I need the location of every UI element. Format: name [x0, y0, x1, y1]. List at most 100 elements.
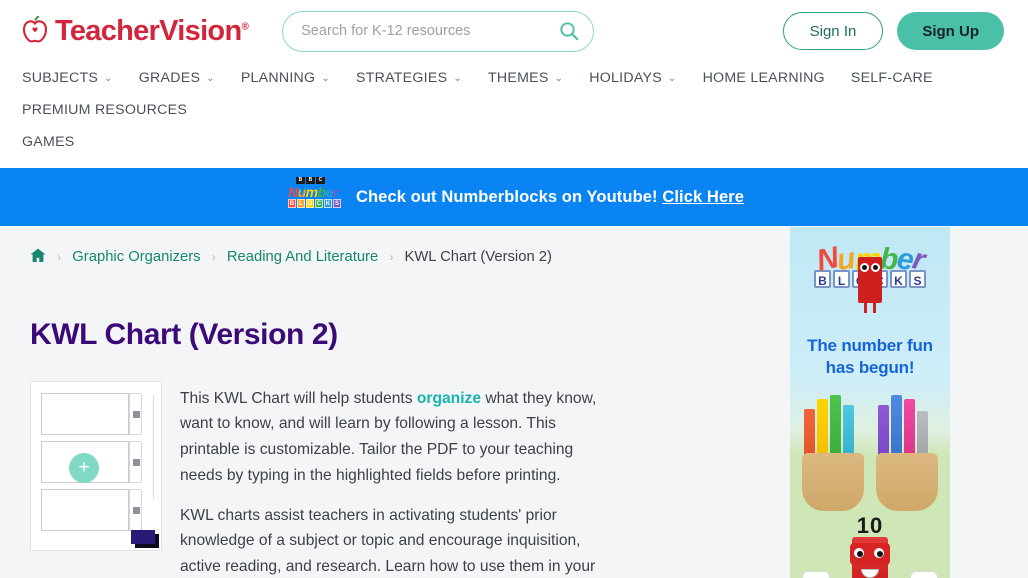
block-letter: B — [287, 199, 296, 208]
nav-label: GAMES — [22, 134, 75, 150]
description-paragraph-1: This KWL Chart will help students organi… — [180, 386, 612, 489]
right-rail: Number B L O C K S The number fun — [768, 226, 1028, 578]
character-eye — [872, 546, 886, 560]
tab-marker-icon — [133, 410, 140, 418]
nav-label: SUBJECTS — [22, 70, 99, 86]
nav-item-premium-resources[interactable]: PREMIUM RESOURCES — [22, 94, 187, 126]
nav-item-grades[interactable]: GRADES ⌄ — [139, 62, 215, 94]
page-title: KWL Chart (Version 2) — [30, 318, 338, 351]
ad-hands-illustration: 10 — [790, 395, 950, 578]
nav-item-themes[interactable]: THEMES ⌄ — [488, 62, 563, 94]
numberblocks-wordmark: Number — [287, 184, 338, 200]
ad-tagline: The number fun has begun! — [790, 335, 950, 379]
character-eye — [852, 546, 866, 560]
search-icon[interactable] — [559, 21, 579, 41]
resource-thumbnail-column: + Download — [30, 380, 162, 578]
preview-side-rule — [153, 394, 154, 499]
numberblock-character — [802, 537, 938, 578]
breadcrumb: › Graphic Organizers › Reading And Liter… — [30, 248, 552, 265]
tab-marker-icon — [133, 458, 140, 466]
home-icon[interactable] — [30, 248, 50, 265]
numberblocks-logo-icon: B B C Number B L O C K S — [284, 177, 342, 217]
ad-tagline-line2: has begun! — [825, 358, 915, 377]
character-leg — [864, 301, 867, 313]
header-actions: Sign In Sign Up — [782, 12, 1004, 50]
promo-text: Check out Numberblocks on Youtube! Click… — [356, 188, 744, 207]
ad-number-label: 10 — [856, 513, 884, 538]
nav-label: GRADES — [138, 70, 201, 86]
chevron-down-icon: ⌄ — [453, 73, 462, 84]
search-input[interactable] — [301, 23, 560, 39]
kwl-chart-preview[interactable]: + — [30, 380, 162, 551]
site-header: TeacherVision® Sign In Sign Up — [0, 0, 1028, 62]
nav-label: THEMES — [487, 70, 549, 86]
promo-banner[interactable]: B B C Number B L O C K S Check out Numbe… — [0, 168, 1028, 226]
nav-item-holidays[interactable]: HOLIDAYS ⌄ — [589, 62, 676, 94]
character-glove — [802, 571, 830, 578]
page-body: › Graphic Organizers › Reading And Liter… — [0, 226, 1028, 578]
nav-label: HOME LEARNING — [702, 70, 825, 86]
kwl-tab — [129, 440, 142, 483]
wooden-palm-right — [876, 453, 938, 511]
preview-sheet: + — [41, 391, 154, 543]
logo-wordmark: TeacherVision® — [55, 14, 249, 47]
nav-item-self-care[interactable]: SELF-CARE — [851, 62, 933, 94]
kwl-tab — [129, 392, 142, 435]
chevron-down-icon: ⌄ — [104, 73, 113, 84]
sign-up-button[interactable]: Sign Up — [897, 12, 1004, 50]
character-eye — [871, 263, 880, 272]
site-logo[interactable]: TeacherVision® — [22, 14, 249, 47]
search-box[interactable] — [282, 10, 595, 52]
breadcrumb-item-graphic-organizers[interactable]: Graphic Organizers — [72, 249, 200, 265]
nav-item-games[interactable]: GAMES — [22, 126, 1006, 158]
kwl-box-know — [41, 392, 129, 435]
sign-in-button[interactable]: Sign In — [782, 12, 884, 50]
character-glove — [910, 571, 938, 578]
chevron-down-icon: ⌄ — [667, 73, 677, 84]
main-content: › Graphic Organizers › Reading And Liter… — [0, 226, 768, 578]
nav-label: PLANNING — [240, 70, 316, 86]
nav-label: PREMIUM RESOURCES — [22, 102, 188, 118]
numberblocks-ad[interactable]: Number B L O C K S The number fun — [790, 227, 950, 578]
kwl-box-learned — [41, 488, 129, 531]
character-leg — [873, 301, 876, 313]
bbc-logo-icon: B B C — [295, 177, 325, 184]
breadcrumb-separator: › — [389, 250, 394, 264]
apple-heart-icon — [22, 15, 48, 46]
block-letter: O — [305, 199, 314, 208]
block-letter: L — [296, 199, 305, 208]
ad-logo-character-icon — [858, 257, 882, 313]
ad-tagline-line1: The number fun — [807, 336, 933, 355]
block-letter: C — [314, 199, 323, 208]
breadcrumb-separator: › — [211, 250, 216, 264]
breadcrumb-item-current: KWL Chart (Version 2) — [404, 249, 552, 265]
tab-marker-icon — [133, 506, 140, 514]
promo-click-here-link[interactable]: Click Here — [662, 188, 744, 206]
nav-label: STRATEGIES — [355, 70, 448, 86]
kwl-tab — [129, 488, 142, 531]
numberblocks-blocks-icon: B L O C K S — [287, 199, 341, 208]
resource-description: This KWL Chart will help students organi… — [180, 381, 744, 578]
resource-block: + Download This KWL Chart will help stud… — [30, 380, 744, 578]
organize-link[interactable]: organize — [417, 390, 481, 407]
nav-item-subjects[interactable]: SUBJECTS ⌄ — [22, 62, 113, 94]
nav-item-strategies[interactable]: STRATEGIES ⌄ — [356, 62, 462, 94]
bbc-letter: C — [315, 177, 325, 184]
plus-icon[interactable]: + — [69, 452, 99, 483]
bbc-letter: B — [305, 177, 315, 184]
promo-message: Check out Numberblocks on Youtube! — [355, 187, 658, 206]
nav-item-planning[interactable]: PLANNING ⌄ — [241, 62, 330, 94]
breadcrumb-item-reading-and-literature[interactable]: Reading And Literature — [227, 249, 378, 265]
nav-item-home-learning[interactable]: HOME LEARNING — [703, 62, 825, 94]
nav-label: HOLIDAYS — [589, 70, 662, 86]
description-paragraph-2: KWL charts assist teachers in activating… — [180, 506, 596, 576]
block-letter: S — [332, 199, 341, 208]
bbc-letter: B — [295, 177, 305, 184]
breadcrumb-separator: › — [57, 250, 62, 264]
chevron-down-icon: ⌄ — [206, 73, 215, 84]
registered-mark: ® — [241, 20, 249, 32]
main-navigation: SUBJECTS ⌄ GRADES ⌄ PLANNING ⌄ STRATEGIE… — [0, 62, 1028, 168]
paragraph-text: This KWL Chart will help students — [180, 389, 417, 407]
teachervision-watermark — [131, 529, 155, 544]
chevron-down-icon: ⌄ — [554, 73, 564, 84]
